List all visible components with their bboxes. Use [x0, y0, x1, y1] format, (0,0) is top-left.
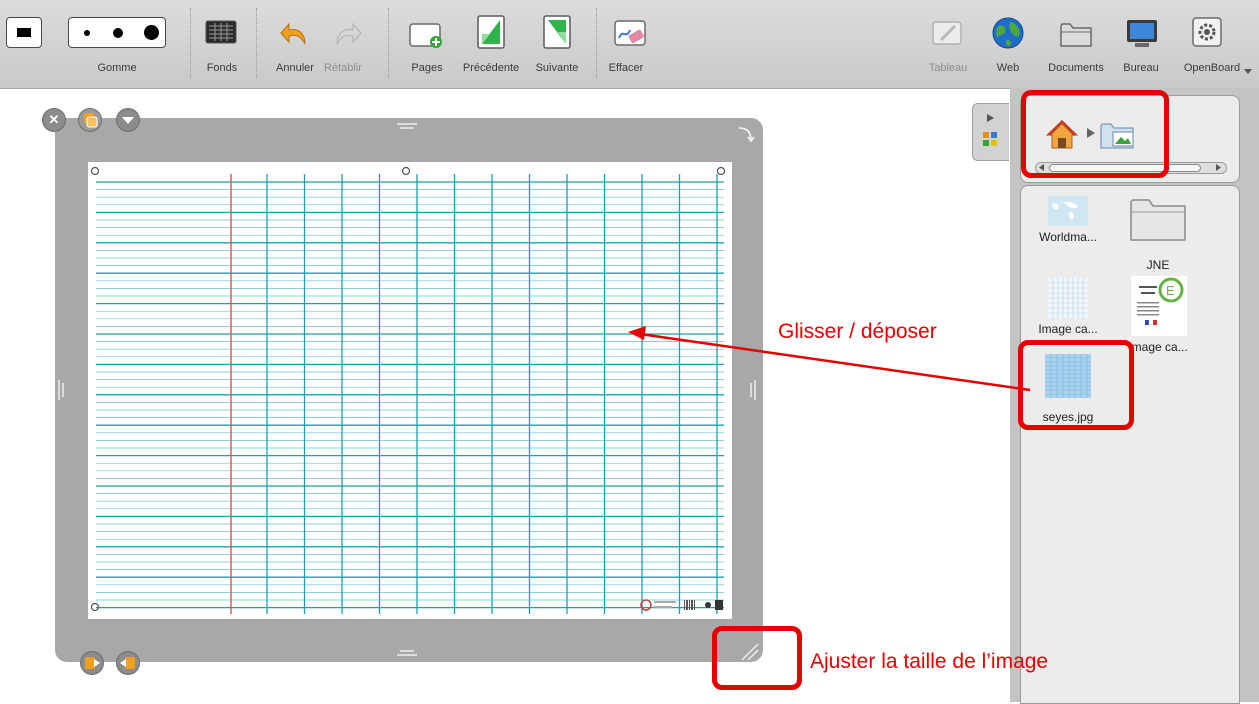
- dropdown-arrow-icon[interactable]: [1243, 68, 1253, 76]
- documents-folder-icon: [1060, 23, 1092, 47]
- globe-icon: [992, 17, 1024, 49]
- seyes-paper-image[interactable]: [88, 162, 732, 619]
- openboard-label: OpenBoard: [1183, 62, 1241, 74]
- bottom-resize-handle[interactable]: [395, 648, 419, 660]
- next-page-label: Suivante: [535, 62, 579, 74]
- clear-label: Effacer: [608, 62, 644, 74]
- main-toolbar: Gomme Fonds Annuler Rétablir Pages Précé…: [0, 0, 1259, 89]
- pages-label: Pages: [411, 62, 443, 74]
- corner-hole-icon: [90, 602, 100, 612]
- previous-page-label: Précédente: [462, 62, 520, 74]
- corner-hole-icon: [401, 166, 411, 176]
- eraser-size-large[interactable]: [144, 25, 159, 40]
- chevron-down-icon: [122, 117, 134, 124]
- resize-highlight-box: [712, 626, 802, 690]
- rotate-handle-icon[interactable]: [735, 124, 755, 144]
- eraser-size-small[interactable]: [84, 30, 90, 36]
- drag-drop-annotation: Glisser / déposer: [778, 320, 937, 343]
- svg-text:E: E: [1166, 283, 1175, 298]
- duplicate-icon: [84, 113, 98, 128]
- layer-down-icon: [85, 657, 100, 669]
- previous-page-icon: [477, 15, 505, 49]
- redo-icon: [336, 22, 362, 45]
- corner-hole-icon: [90, 166, 100, 176]
- backgrounds-label: Fonds: [206, 62, 238, 74]
- eraser-size-medium[interactable]: [113, 28, 123, 38]
- grid-paper-thumbnail: [1048, 278, 1088, 318]
- documents-label: Documents: [1048, 62, 1104, 74]
- library-collapse-tab[interactable]: [972, 103, 1009, 161]
- eraser-label: Gomme: [97, 62, 137, 74]
- eraser-small-button[interactable]: [6, 17, 42, 48]
- close-icon: ✕: [48, 112, 60, 127]
- paper-brand-logo: [640, 599, 723, 611]
- next-page-icon: [543, 15, 571, 49]
- top-resize-handle[interactable]: [395, 121, 419, 133]
- backgrounds-icon: [205, 20, 237, 44]
- world-map-thumbnail: [1048, 196, 1088, 226]
- library-tab-icon: [983, 114, 997, 146]
- close-item-button[interactable]: ✕: [42, 108, 66, 132]
- library-item-label: Worldma...: [1039, 230, 1097, 244]
- library-items-area: Worldma... JNE Image ca... E Image ca...…: [1020, 185, 1240, 704]
- seyes-highlight-box: [1018, 340, 1134, 430]
- board-label: Tableau: [928, 62, 968, 74]
- resize-annotation: Ajuster la taille de l’image: [810, 650, 1049, 673]
- undo-label: Annuler: [276, 62, 314, 74]
- board-icon: [932, 21, 962, 45]
- document-logo-thumbnail: E: [1131, 276, 1187, 336]
- settings-gear-icon: [1192, 17, 1222, 47]
- right-resize-handle[interactable]: [748, 378, 760, 402]
- library-item-label: JNE: [1146, 258, 1170, 272]
- desktop-monitor-icon: [1127, 20, 1157, 47]
- layer-up-icon: [120, 657, 135, 669]
- desktop-label: Bureau: [1123, 62, 1159, 74]
- item-menu-button[interactable]: [116, 108, 140, 132]
- bring-forward-button[interactable]: [116, 651, 140, 675]
- web-label: Web: [996, 62, 1020, 74]
- add-page-icon: [409, 23, 442, 48]
- redo-label: Rétablir: [324, 62, 362, 74]
- clear-icon: [614, 20, 646, 46]
- library-item-label: Image ca...: [1038, 322, 1098, 336]
- duplicate-item-button[interactable]: [78, 108, 102, 132]
- folder-icon: [1130, 199, 1186, 241]
- undo-icon: [280, 22, 306, 45]
- scroll-right-icon[interactable]: [1213, 163, 1223, 172]
- seyes-grid: [96, 174, 724, 614]
- send-backward-button[interactable]: [80, 651, 104, 675]
- eraser-size-selector[interactable]: [68, 17, 166, 48]
- breadcrumb-highlight-box: [1021, 90, 1169, 178]
- corner-hole-icon: [716, 166, 726, 176]
- left-resize-handle[interactable]: [56, 378, 68, 402]
